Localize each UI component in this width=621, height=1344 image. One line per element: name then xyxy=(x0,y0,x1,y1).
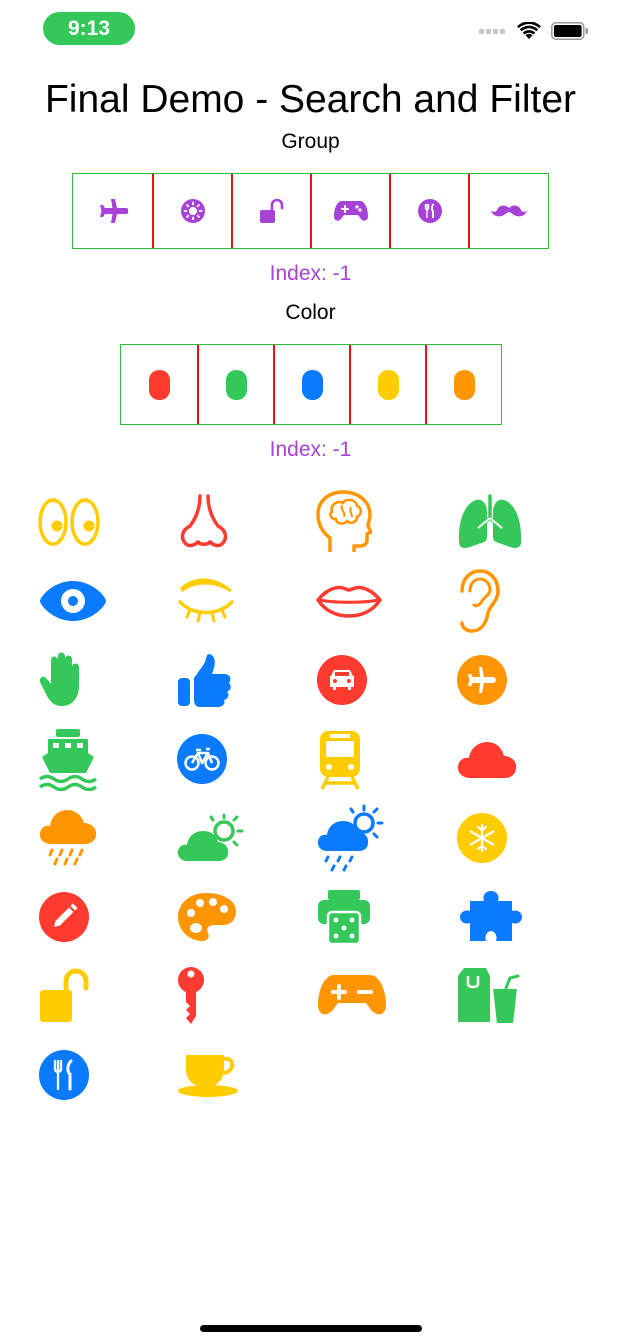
fork-knife-icon xyxy=(417,199,442,223)
grid-item[interactable] xyxy=(176,1035,316,1114)
gamecontroller-icon xyxy=(318,974,386,1014)
grid-item[interactable] xyxy=(36,956,176,1035)
page-title: Final Demo - Search and Filter xyxy=(44,78,577,121)
color-label: Color xyxy=(285,301,336,324)
grid-item[interactable] xyxy=(456,877,596,956)
grid-item[interactable] xyxy=(316,482,456,561)
color-swatch-orange xyxy=(453,369,475,400)
group-segment-gamecontroller[interactable] xyxy=(310,174,389,248)
color-segment-red[interactable] xyxy=(121,345,197,424)
grid-item[interactable] xyxy=(456,798,596,877)
group-segment-food[interactable] xyxy=(389,174,468,248)
snowflake-circle-icon xyxy=(457,812,507,863)
color-segment-orange[interactable] xyxy=(425,345,501,424)
grid-item[interactable] xyxy=(456,640,596,719)
group-segment-mustache[interactable] xyxy=(468,174,548,248)
status-bar: 9:13 xyxy=(0,0,621,60)
ear-icon xyxy=(460,568,500,633)
cloud-rain-icon xyxy=(39,809,97,865)
nose-icon xyxy=(180,493,228,547)
grid-item[interactable] xyxy=(176,719,316,798)
grid-item[interactable] xyxy=(456,561,596,640)
puzzle-piece-icon xyxy=(460,890,522,941)
grid-item[interactable] xyxy=(316,561,456,640)
paintpalette-icon xyxy=(178,892,236,941)
color-swatch-blue xyxy=(301,369,323,400)
group-segment-airplane[interactable] xyxy=(73,174,152,248)
status-indicators xyxy=(479,22,589,40)
eye-icon xyxy=(40,580,106,621)
color-segment-yellow[interactable] xyxy=(349,345,425,424)
group-segment-sun[interactable] xyxy=(152,174,231,248)
grid-item[interactable] xyxy=(316,956,456,1035)
color-index-label: Index: -1 xyxy=(269,438,352,461)
color-segment-blue[interactable] xyxy=(273,345,349,424)
color-swatch-red xyxy=(148,369,170,400)
group-segmented-control xyxy=(72,173,549,249)
grid-item[interactable] xyxy=(36,482,176,561)
wifi-icon xyxy=(517,22,541,39)
takeoutbag-cup-icon xyxy=(458,967,520,1025)
group-label: Group xyxy=(281,130,340,153)
lock-open-icon xyxy=(259,198,283,223)
mouth-icon xyxy=(316,585,382,618)
dice-printer-icon xyxy=(318,889,370,945)
grid-item[interactable] xyxy=(316,719,456,798)
grid-item[interactable] xyxy=(176,798,316,877)
grid-item[interactable] xyxy=(36,798,176,877)
color-swatch-green xyxy=(225,369,247,400)
hand-icon xyxy=(39,652,79,706)
color-swatch-yellow xyxy=(377,369,399,400)
cup-saucer-icon xyxy=(178,1054,238,1097)
grid-item[interactable] xyxy=(316,640,456,719)
fork-knife-circle-icon xyxy=(39,1049,89,1100)
grid-item[interactable] xyxy=(316,877,456,956)
battery-icon xyxy=(551,22,588,40)
airplane-icon xyxy=(99,199,128,223)
color-segment-green[interactable] xyxy=(197,345,273,424)
grid-item[interactable] xyxy=(36,561,176,640)
sun-icon xyxy=(180,199,205,223)
tram-icon xyxy=(320,730,360,790)
grid-item[interactable] xyxy=(176,877,316,956)
grid-item[interactable] xyxy=(316,798,456,877)
signal-icon xyxy=(479,29,505,34)
airplane-circle-icon xyxy=(457,654,507,705)
grid-item[interactable] xyxy=(36,1035,176,1114)
car-circle-icon xyxy=(317,654,367,705)
eyes-icon xyxy=(38,497,100,546)
grid-item[interactable] xyxy=(36,640,176,719)
icon-grid xyxy=(36,482,596,1114)
key-icon xyxy=(178,966,204,1024)
grid-item[interactable] xyxy=(176,640,316,719)
group-index-label: Index: -1 xyxy=(269,262,352,285)
cloud-icon xyxy=(457,741,517,778)
gamecontroller-icon xyxy=(333,201,368,221)
grid-item[interactable] xyxy=(456,956,596,1035)
bicycle-circle-icon xyxy=(177,733,227,784)
cloud-sun-icon xyxy=(177,813,244,861)
thumbs-up-icon xyxy=(178,653,231,707)
lungs-icon xyxy=(458,493,522,548)
group-segment-lock[interactable] xyxy=(231,174,310,248)
ferry-icon xyxy=(38,728,98,791)
brain-head-icon xyxy=(316,489,372,552)
color-segmented-control xyxy=(120,344,502,425)
pencil-circle-icon xyxy=(39,891,89,942)
mustache-icon xyxy=(491,205,527,217)
grid-item[interactable] xyxy=(176,482,316,561)
cloud-sun-rain-icon xyxy=(317,804,384,871)
grid-item[interactable] xyxy=(36,877,176,956)
eye-closed-icon xyxy=(178,578,234,622)
lock-open-icon xyxy=(40,968,89,1022)
home-indicator[interactable] xyxy=(200,1325,422,1332)
grid-item[interactable] xyxy=(456,719,596,798)
grid-item[interactable] xyxy=(176,956,316,1035)
status-time: 9:13 xyxy=(43,12,135,45)
grid-item[interactable] xyxy=(456,482,596,561)
grid-item[interactable] xyxy=(36,719,176,798)
grid-item[interactable] xyxy=(176,561,316,640)
